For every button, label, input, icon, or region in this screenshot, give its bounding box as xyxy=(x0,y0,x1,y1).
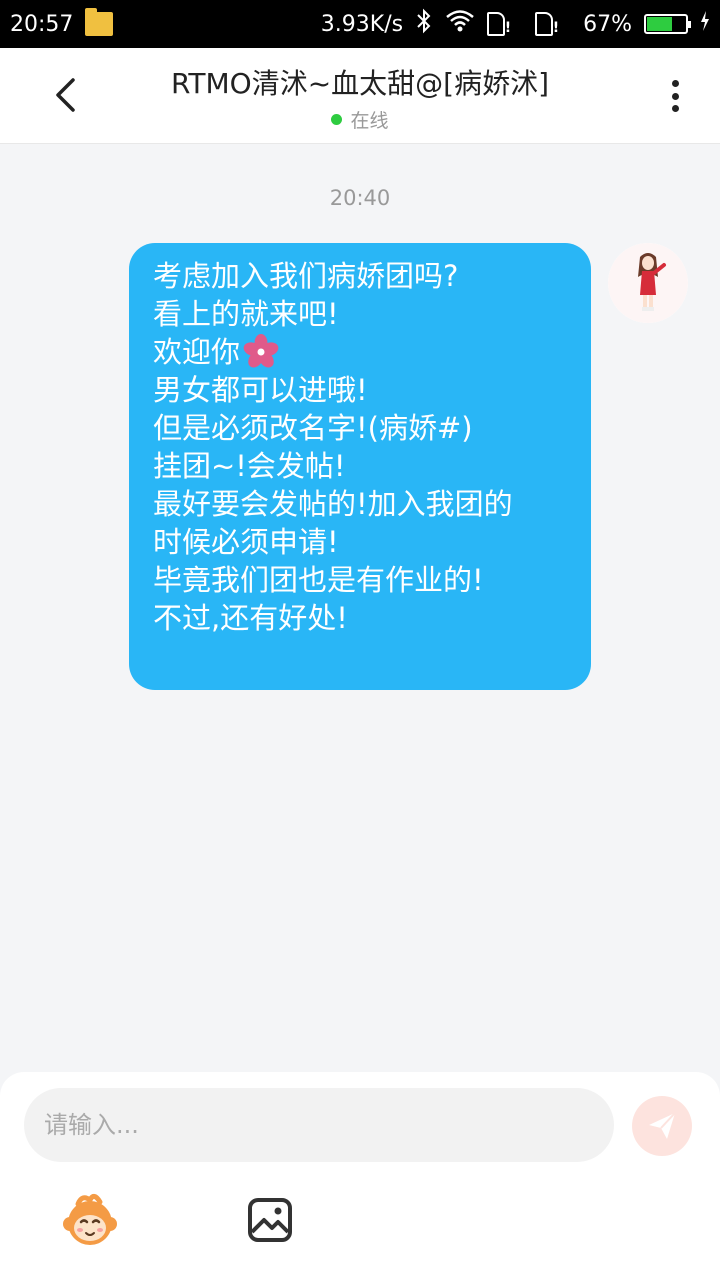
image-icon xyxy=(248,1198,292,1242)
sender-avatar[interactable] xyxy=(608,243,688,323)
anime-girl-avatar-icon xyxy=(608,243,688,323)
battery-icon xyxy=(644,14,691,34)
battery-percent: 67% xyxy=(583,11,632,37)
message-line: 欢迎你 xyxy=(153,335,241,369)
emoji-monkey-icon xyxy=(63,1194,117,1245)
message-bubble[interactable]: 考虑加入我们病娇团吗? 看上的就来吧! 欢迎你 男女都可以进哦! 但是必须改名字… xyxy=(129,243,591,690)
message-line: 考虑加入我们病娇团吗? xyxy=(153,259,459,293)
message-line: 男女都可以进哦! xyxy=(153,373,368,407)
status-bar: 20:57 3.93K/s 67% xyxy=(0,0,720,48)
folder-icon xyxy=(85,8,114,36)
cherry-blossom-icon xyxy=(242,333,280,371)
network-speed: 3.93K/s xyxy=(320,11,404,37)
back-arrow-icon xyxy=(56,78,75,112)
message-line: 但是必须改名字!(病娇#) xyxy=(153,411,473,445)
status-time: 20:57 xyxy=(10,11,74,37)
message-line: 挂团~!会发帖! xyxy=(153,449,346,483)
battery-fill xyxy=(647,17,673,31)
send-icon xyxy=(649,1112,676,1139)
image-button[interactable] xyxy=(246,1196,294,1244)
chat-title: RTMO清沭~血太甜@[病娇沭] xyxy=(170,67,550,100)
bluetooth-icon xyxy=(415,8,433,40)
message-line-with-icon: 欢迎你 xyxy=(153,333,571,371)
charging-icon xyxy=(700,11,710,37)
message-line: 毕竟我们团也是有作业的! xyxy=(153,563,484,597)
message-line: 最好要会发帖的!加入我团的 xyxy=(153,487,513,521)
online-status-label: 在线 xyxy=(350,110,389,132)
chat-header: RTMO清沭~血太甜@[病娇沭] 在线 xyxy=(0,48,720,144)
message-line: 时候必须申请! xyxy=(153,525,339,559)
sim-icon xyxy=(487,12,511,36)
message-line: 不过,还有好处! xyxy=(153,601,348,635)
message-input[interactable] xyxy=(24,1088,614,1162)
message-timestamp: 20:40 xyxy=(329,186,391,210)
more-vertical-icon[interactable] xyxy=(660,76,690,116)
online-status: 在线 xyxy=(120,106,600,133)
emoji-button[interactable] xyxy=(60,1190,120,1250)
wifi-icon xyxy=(445,9,475,39)
sim-icon xyxy=(535,12,559,36)
online-dot xyxy=(331,114,343,125)
send-button[interactable] xyxy=(632,1096,692,1156)
message-line: 看上的就来吧! xyxy=(153,297,339,331)
input-bar xyxy=(0,1072,720,1280)
back-button[interactable] xyxy=(40,70,90,120)
title-area: RTMO清沭~血太甜@[病娇沭] 在线 xyxy=(120,62,600,133)
